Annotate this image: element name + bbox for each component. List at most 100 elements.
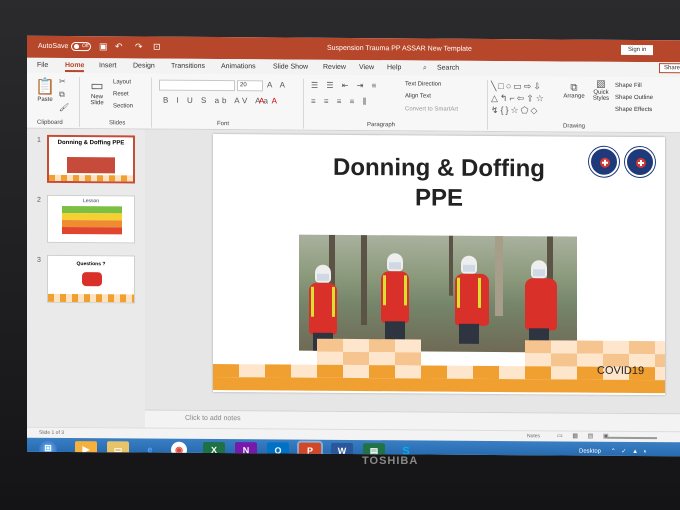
- reset-button[interactable]: Reset: [113, 91, 129, 97]
- format-painter-icon[interactable]: 🖌: [59, 103, 69, 112]
- check-tile: [213, 364, 239, 378]
- excel-icon[interactable]: X: [203, 441, 225, 457]
- save-icon[interactable]: ▣: [99, 41, 108, 52]
- undo-icon[interactable]: ↶: [115, 41, 123, 52]
- check-tile: [421, 378, 447, 392]
- powerpoint-icon[interactable]: P: [299, 442, 321, 457]
- check-tile: [421, 365, 447, 379]
- tree-trunk: [361, 235, 367, 326]
- tab-help[interactable]: Help: [387, 64, 401, 71]
- search-box[interactable]: Search: [437, 65, 459, 72]
- check-tile: [265, 364, 291, 378]
- shape-effects-button[interactable]: Shape Effects: [615, 107, 652, 113]
- onenote-icon[interactable]: N: [235, 442, 257, 457]
- font-size-grow-icon[interactable]: A A: [267, 80, 288, 89]
- current-slide[interactable]: Donning & Doffing PPE COVID19: [213, 134, 665, 396]
- slide-thumbnail-panel: 1 Donning & Doffing PPE 2 Lesson 3 Quest…: [27, 128, 145, 428]
- group-drawing: Drawing: [563, 123, 586, 130]
- file-explorer-icon[interactable]: ▭: [107, 441, 129, 457]
- tab-slide-show[interactable]: Slide Show: [273, 63, 308, 70]
- font-color-icon[interactable]: A A: [259, 96, 280, 105]
- new-slide-button[interactable]: ▭ New Slide: [85, 77, 109, 106]
- shapes-gallery-row2[interactable]: △↰⌐⇦⇧☆: [491, 93, 546, 104]
- view-buttons[interactable]: ▭ ▦ ▤ ▣: [557, 432, 613, 439]
- thumbnail-slide-3[interactable]: Questions ?: [47, 254, 135, 304]
- cross-icon: [600, 157, 610, 168]
- tab-insert[interactable]: Insert: [99, 62, 117, 69]
- arrange-button[interactable]: ⧉ Arrange: [561, 82, 587, 100]
- tab-review[interactable]: Review: [323, 64, 346, 71]
- search-icon[interactable]: ⌕: [423, 64, 427, 72]
- thumbnail-title: Questions ?: [76, 261, 106, 268]
- quick-styles-icon: ▧: [596, 78, 606, 90]
- autosave-toggle[interactable]: Off: [71, 42, 91, 52]
- notes-toggle[interactable]: Notes: [527, 433, 540, 439]
- thumbnail-number: 2: [37, 196, 41, 204]
- edge-icon[interactable]: e: [139, 441, 161, 456]
- tab-file[interactable]: File: [37, 62, 48, 69]
- shape-outline-button[interactable]: Shape Outline: [615, 95, 653, 101]
- tab-animations[interactable]: Animations: [221, 63, 256, 70]
- slide-footer-text[interactable]: COVID19: [597, 365, 644, 377]
- word-icon[interactable]: W: [331, 442, 353, 457]
- copy-icon[interactable]: ⧉: [59, 90, 65, 100]
- check-tile: [395, 378, 421, 392]
- layout-button[interactable]: Layout: [113, 79, 131, 85]
- check-tile: [655, 341, 665, 355]
- check-tile: [317, 338, 343, 352]
- alignment-buttons[interactable]: ≡ ≡ ≡ ≡ ⫼: [311, 97, 369, 107]
- font-format-buttons[interactable]: B I U S ab AV Aa: [163, 96, 271, 106]
- tab-design[interactable]: Design: [133, 62, 155, 69]
- font-size-box[interactable]: 20: [237, 80, 263, 92]
- thumbnail-photo: [67, 156, 115, 174]
- shapes-gallery[interactable]: ╲□○▭⇨⇩: [491, 81, 543, 92]
- shape-fill-button[interactable]: Shape Fill: [615, 83, 642, 89]
- check-tile: [369, 365, 395, 379]
- team-photo[interactable]: [299, 234, 577, 353]
- document-title: Suspension Trauma PP ASSAR New Template: [327, 44, 472, 53]
- tab-home[interactable]: Home: [65, 61, 85, 73]
- align-text-button[interactable]: Align Text: [405, 93, 431, 99]
- paste-button[interactable]: 📋 Paste: [33, 77, 57, 103]
- zoom-slider[interactable]: [607, 436, 657, 440]
- list-buttons[interactable]: ☰ ☰ ⇤ ⇥ ≡: [311, 81, 379, 90]
- screen: AutoSave Off ▣ ↶ ↷ ⊡ Suspension Trauma P…: [27, 35, 680, 457]
- media-player-icon[interactable]: ▶: [75, 441, 97, 457]
- present-icon[interactable]: ⊡: [153, 42, 161, 53]
- rescue-logo-icon: [589, 146, 619, 177]
- text-direction-button[interactable]: Text Direction: [405, 81, 441, 87]
- shapes-gallery-row3[interactable]: ↯{}☆⬠◇: [491, 105, 539, 116]
- desktop-toolbar[interactable]: Desktop: [579, 449, 601, 455]
- share-button[interactable]: Share: [659, 63, 680, 74]
- cut-icon[interactable]: ✂: [59, 77, 66, 86]
- redo-icon[interactable]: ↷: [135, 41, 143, 52]
- check-tile: [317, 351, 343, 365]
- new-slide-label: New Slide: [90, 94, 104, 107]
- smartart-button[interactable]: Convert to SmartArt: [405, 106, 458, 112]
- chrome-icon[interactable]: ◉: [171, 441, 187, 457]
- thumbnail-checks: [49, 174, 133, 184]
- quick-styles-button[interactable]: ▧ Quick Styles: [589, 79, 613, 102]
- group-font: Font: [217, 121, 230, 128]
- thumbnail-figure: [82, 272, 102, 287]
- check-tile: [317, 364, 343, 378]
- thumbnail-slide-2[interactable]: Lesson: [47, 194, 135, 244]
- tray-icons[interactable]: ⌃ ✓ ▲ ◐: [611, 449, 650, 455]
- rescuer-figure: [521, 256, 561, 349]
- font-name-box[interactable]: [159, 79, 235, 92]
- check-tile: [343, 377, 369, 392]
- tab-view[interactable]: View: [359, 64, 374, 71]
- check-tile: [265, 377, 291, 391]
- rescuer-figure: [451, 252, 493, 344]
- separator: [303, 78, 304, 129]
- tab-transitions[interactable]: Transitions: [171, 63, 205, 70]
- start-button[interactable]: ⊞: [39, 439, 57, 457]
- section-button[interactable]: Section: [113, 103, 133, 109]
- notes-placeholder: Click to add notes: [185, 414, 241, 423]
- check-tile: [499, 366, 525, 380]
- check-tile: [525, 366, 551, 380]
- thumbnail-slide-1[interactable]: Donning & Doffing PPE: [47, 134, 135, 184]
- sign-in-button[interactable]: Sign in: [621, 44, 654, 56]
- outlook-icon[interactable]: O: [267, 442, 289, 457]
- check-tile: [447, 365, 473, 379]
